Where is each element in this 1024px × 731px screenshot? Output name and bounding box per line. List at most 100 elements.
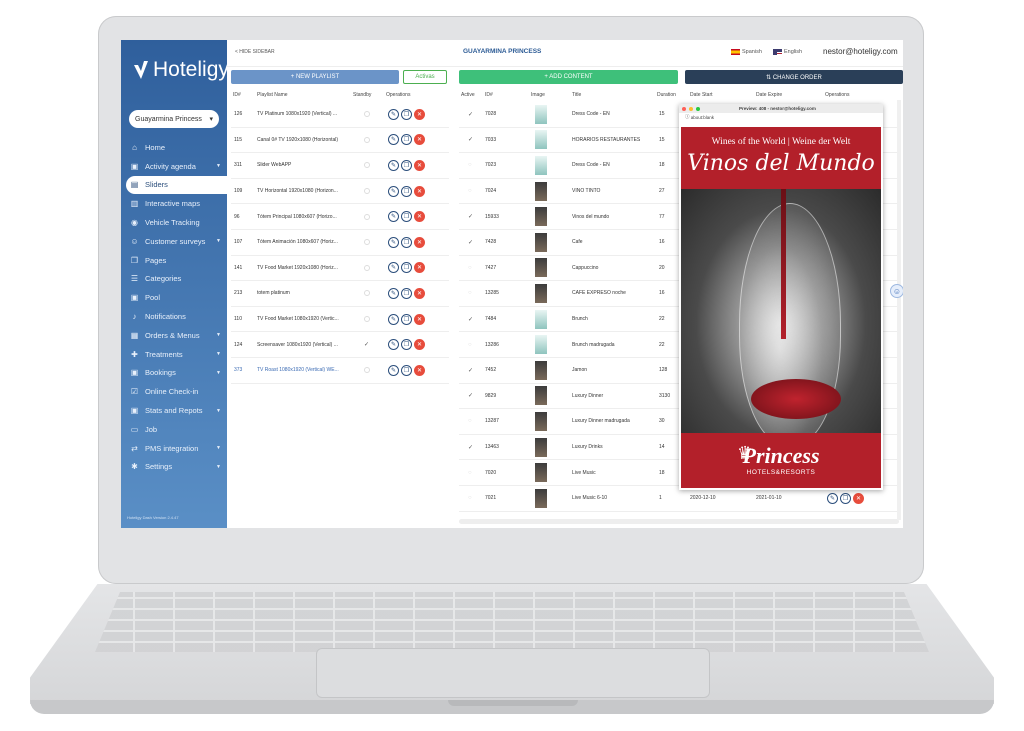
content-thumbnail[interactable] xyxy=(535,181,547,201)
active-checkbox[interactable]: ○ xyxy=(468,470,472,476)
active-checkbox[interactable]: ○ xyxy=(468,495,472,501)
standby-checkbox[interactable] xyxy=(364,136,370,143)
content-thumbnail[interactable] xyxy=(535,155,547,175)
table-row[interactable]: 115 Canal 0# TV 1920x1080 (Horizontal) ✎ ❐ ✕ xyxy=(231,128,449,154)
content-thumbnail[interactable] xyxy=(535,386,547,406)
standby-checkbox[interactable] xyxy=(364,316,370,323)
sidebar-item-orders-menus[interactable]: ▦ Orders & Menus ▼ xyxy=(121,326,227,345)
minimize-window-icon[interactable] xyxy=(689,106,693,111)
copy-icon[interactable]: ❐ xyxy=(401,134,412,146)
content-thumbnail[interactable] xyxy=(535,232,547,252)
edit-icon[interactable]: ✎ xyxy=(388,159,399,171)
delete-icon[interactable]: ✕ xyxy=(414,185,425,197)
active-checkbox[interactable]: ○ xyxy=(468,162,472,168)
horizontal-scrollbar[interactable] xyxy=(459,519,899,524)
active-checkbox[interactable]: ○ xyxy=(468,418,472,424)
table-row[interactable]: 96 Tótem Principal 1080x607 (Horizo... ✎ ❐ ✕ xyxy=(231,204,449,230)
playlist-name[interactable]: TV Food Market 1920x1080 (Horiz... xyxy=(257,265,353,271)
sidebar-item-interactive-maps[interactable]: ▥ Interactive maps xyxy=(121,194,227,213)
table-row[interactable]: 109 TV Horizontal 1920x1080 (Horizon... ✎ ❐… xyxy=(231,179,449,205)
sidebar-item-home[interactable]: ⌂ Home xyxy=(121,138,227,157)
standby-checkbox[interactable] xyxy=(364,188,370,195)
content-thumbnail[interactable] xyxy=(535,335,547,355)
lang-english[interactable]: English xyxy=(773,49,802,55)
active-checkbox[interactable]: ✓ xyxy=(468,213,473,220)
copy-icon[interactable]: ❐ xyxy=(401,287,412,299)
edit-icon[interactable]: ✎ xyxy=(388,134,399,146)
playlist-name[interactable]: Tótem Principal 1080x607 (Horizo... xyxy=(257,214,353,220)
hide-sidebar-link[interactable]: < HIDE SIDEBAR xyxy=(235,49,275,55)
table-row[interactable]: 107 Tótem Animación 1080x607 (Horiz... ✎ ❐ ✕ xyxy=(231,230,449,256)
sidebar-item-categories[interactable]: ☰ Categories xyxy=(121,270,227,289)
table-row[interactable]: 213 totem platinum ✎ ❐ ✕ xyxy=(231,281,449,307)
active-checkbox[interactable]: ✓ xyxy=(468,239,473,246)
edit-icon[interactable]: ✎ xyxy=(388,185,399,197)
content-thumbnail[interactable] xyxy=(535,411,547,431)
sidebar-item-bookings[interactable]: ▣ Bookings ▼ xyxy=(121,364,227,383)
edit-icon[interactable]: ✎ xyxy=(388,287,399,299)
sidebar-item-pool[interactable]: ▣ Pool xyxy=(121,288,227,307)
standby-checkbox[interactable] xyxy=(364,213,370,220)
standby-checkbox[interactable] xyxy=(364,367,370,374)
delete-icon[interactable]: ✕ xyxy=(414,159,425,171)
table-row[interactable]: 141 TV Food Market 1920x1080 (Horiz... ✎ ❐ ✕ xyxy=(231,256,449,282)
copy-icon[interactable]: ❐ xyxy=(401,262,412,274)
sidebar-item-sliders[interactable]: ▤ Sliders xyxy=(126,175,227,195)
edit-icon[interactable]: ✎ xyxy=(388,236,399,248)
sidebar-item-stats-and-repots[interactable]: ▣ Stats and Repots ▼ xyxy=(121,401,227,420)
new-playlist-button[interactable]: + NEW PLAYLIST xyxy=(231,70,399,84)
copy-icon[interactable]: ❐ xyxy=(401,185,412,197)
playlist-name[interactable]: Canal 0# TV 1920x1080 (Horizontal) xyxy=(257,137,353,143)
delete-icon[interactable]: ✕ xyxy=(414,364,425,376)
playlist-name[interactable]: TV Platinum 1080x1920 (Vertical) ... xyxy=(257,111,353,117)
content-thumbnail[interactable] xyxy=(535,437,547,457)
sidebar-item-online-check-in[interactable]: ☑ Online Check-in xyxy=(121,382,227,401)
delete-icon[interactable]: ✕ xyxy=(414,236,425,248)
table-row[interactable]: 110 TV Food Market 1080x1920 (Vertic... ✎ ❐… xyxy=(231,307,449,333)
add-content-button[interactable]: + ADD CONTENT xyxy=(459,70,678,84)
maximize-window-icon[interactable] xyxy=(696,106,700,111)
content-thumbnail[interactable] xyxy=(535,104,547,124)
content-thumbnail[interactable] xyxy=(535,130,547,150)
user-email[interactable]: nestor@hoteligy.com xyxy=(823,47,898,56)
sidebar-item-job[interactable]: ▭ Job xyxy=(121,420,227,439)
lang-spanish[interactable]: Spanish xyxy=(731,49,762,55)
sidebar-item-vehicle-tracking[interactable]: ◉ Vehicle Tracking xyxy=(121,213,227,232)
activas-toggle[interactable]: Activas xyxy=(403,70,447,84)
table-row[interactable]: 373 TV Roast 1080x1920 (Vertical) WE... ✎ ❐… xyxy=(231,358,449,384)
brand-logo[interactable]: Hoteligy xyxy=(133,58,229,82)
sidebar-item-notifications[interactable]: ♪ Notifications xyxy=(121,307,227,326)
delete-icon[interactable]: ✕ xyxy=(414,339,425,351)
delete-icon[interactable]: ✕ xyxy=(853,492,864,504)
sidebar-item-activity-agenda[interactable]: ▣ Activity agenda ▼ xyxy=(121,157,227,176)
sidebar-item-pages[interactable]: ❐ Pages xyxy=(121,251,227,270)
standby-checkbox[interactable] xyxy=(364,290,370,297)
delete-icon[interactable]: ✕ xyxy=(414,262,425,274)
content-thumbnail[interactable] xyxy=(535,309,547,329)
content-thumbnail[interactable] xyxy=(535,360,547,380)
playlist-name[interactable]: TV Horizontal 1920x1080 (Horizon... xyxy=(257,188,353,194)
active-checkbox[interactable]: ○ xyxy=(468,290,472,296)
edit-icon[interactable]: ✎ xyxy=(388,339,399,351)
delete-icon[interactable]: ✕ xyxy=(414,211,425,223)
content-thumbnail[interactable] xyxy=(535,488,547,508)
delete-icon[interactable]: ✕ xyxy=(414,313,425,325)
change-order-button[interactable]: ⇅ CHANGE ORDER xyxy=(685,70,903,84)
table-row[interactable]: 126 TV Platinum 1080x1920 (Vertical) ... ✎… xyxy=(231,102,449,128)
table-row[interactable]: 311 Slider WebAPP ✎ ❐ ✕ xyxy=(231,153,449,179)
content-thumbnail[interactable] xyxy=(535,463,547,483)
copy-icon[interactable]: ❐ xyxy=(401,108,412,120)
sidebar-item-treatments[interactable]: ✚ Treatments ▼ xyxy=(121,345,227,364)
edit-icon[interactable]: ✎ xyxy=(388,364,399,376)
sidebar-item-customer-surveys[interactable]: ☺ Customer surveys ▼ xyxy=(121,232,227,251)
vertical-scrollbar[interactable] xyxy=(897,100,901,520)
edit-icon[interactable]: ✎ xyxy=(388,313,399,325)
copy-icon[interactable]: ❐ xyxy=(840,492,851,504)
content-thumbnail[interactable] xyxy=(535,258,547,278)
active-checkbox[interactable]: ✓ xyxy=(468,111,473,118)
sidebar-item-settings[interactable]: ✱ Settings ▼ xyxy=(121,458,227,477)
copy-icon[interactable]: ❐ xyxy=(401,364,412,376)
content-thumbnail[interactable] xyxy=(535,283,547,303)
close-window-icon[interactable] xyxy=(682,106,686,111)
playlist-name[interactable]: Screensaver 1080x1920 (Vertical) ... xyxy=(257,342,353,348)
